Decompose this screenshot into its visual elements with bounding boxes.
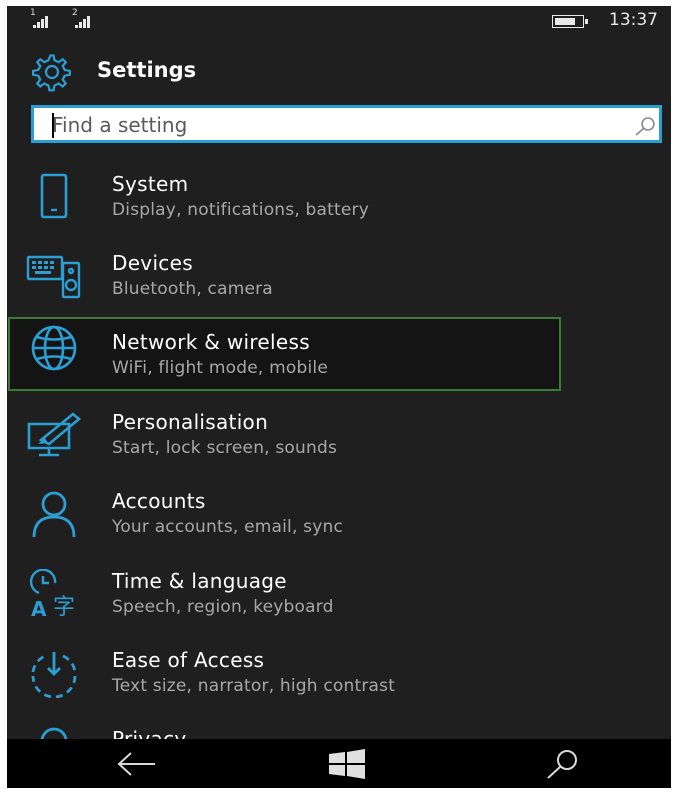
status-bar: 1 2 13:37 [7, 6, 671, 38]
selection-highlight [8, 317, 561, 391]
settings-item-label: System [112, 172, 189, 196]
settings-item-description: Bluetooth, camera [112, 279, 273, 299]
person-icon [32, 491, 76, 538]
settings-item-devices[interactable]: Devices Bluetooth, camera [7, 243, 671, 321]
settings-item-description: WiFi, flight mode, mobile [112, 358, 328, 378]
search-icon[interactable] [632, 114, 658, 138]
settings-item-accounts[interactable]: Accounts Your accounts, email, sync [7, 481, 671, 559]
settings-item-label: Ease of Access [112, 648, 265, 672]
navigation-bar [7, 739, 671, 788]
settings-item-description: Speech, region, keyboard [112, 597, 334, 617]
clock: 13:37 [609, 10, 658, 30]
settings-item-label: Network & wireless [112, 330, 310, 354]
settings-item-description: Display, notifications, battery [112, 200, 369, 220]
settings-item-label: Time & language [112, 569, 287, 593]
settings-item-network-wireless[interactable]: Network & wireless WiFi, flight mode, mo… [7, 317, 671, 395]
paint-icon [27, 412, 82, 457]
settings-item-label: Accounts [112, 489, 206, 513]
settings-item-ease-of-access[interactable]: Ease of Access Text size, narrator, high… [7, 640, 671, 718]
svg-text:A: A [31, 597, 47, 619]
settings-item-description: Text size, narrator, high contrast [112, 676, 396, 696]
settings-item-label: Devices [112, 251, 193, 275]
windows-start-icon[interactable] [317, 745, 377, 783]
search-box[interactable] [31, 105, 662, 143]
ease-of-access-icon [31, 652, 77, 698]
svg-text:字: 字 [53, 595, 75, 619]
settings-item-time-language[interactable]: A 字 Time & language Speech, region, keyb… [7, 561, 671, 639]
settings-item-description: Your accounts, email, sync [112, 517, 344, 537]
battery-icon [552, 15, 588, 28]
settings-item-personalisation[interactable]: Personalisation Start, lock screen, soun… [7, 402, 671, 480]
search-input[interactable] [52, 111, 612, 139]
settings-item-label: Personalisation [112, 410, 269, 434]
page-title: Settings [97, 58, 197, 82]
settings-item-system[interactable]: System Display, notifications, battery [7, 164, 671, 242]
phone-screen: 1 2 13:37 Settings Find a setting System… [7, 6, 671, 788]
time-language-icon: A 字 [29, 569, 75, 619]
gear-icon [31, 54, 71, 92]
phone-icon [40, 173, 68, 219]
search-icon[interactable] [532, 745, 592, 783]
globe-icon [31, 325, 77, 371]
devices-icon [26, 255, 81, 299]
back-arrow-icon[interactable] [107, 745, 167, 783]
settings-item-description: Start, lock screen, sounds [112, 438, 338, 458]
